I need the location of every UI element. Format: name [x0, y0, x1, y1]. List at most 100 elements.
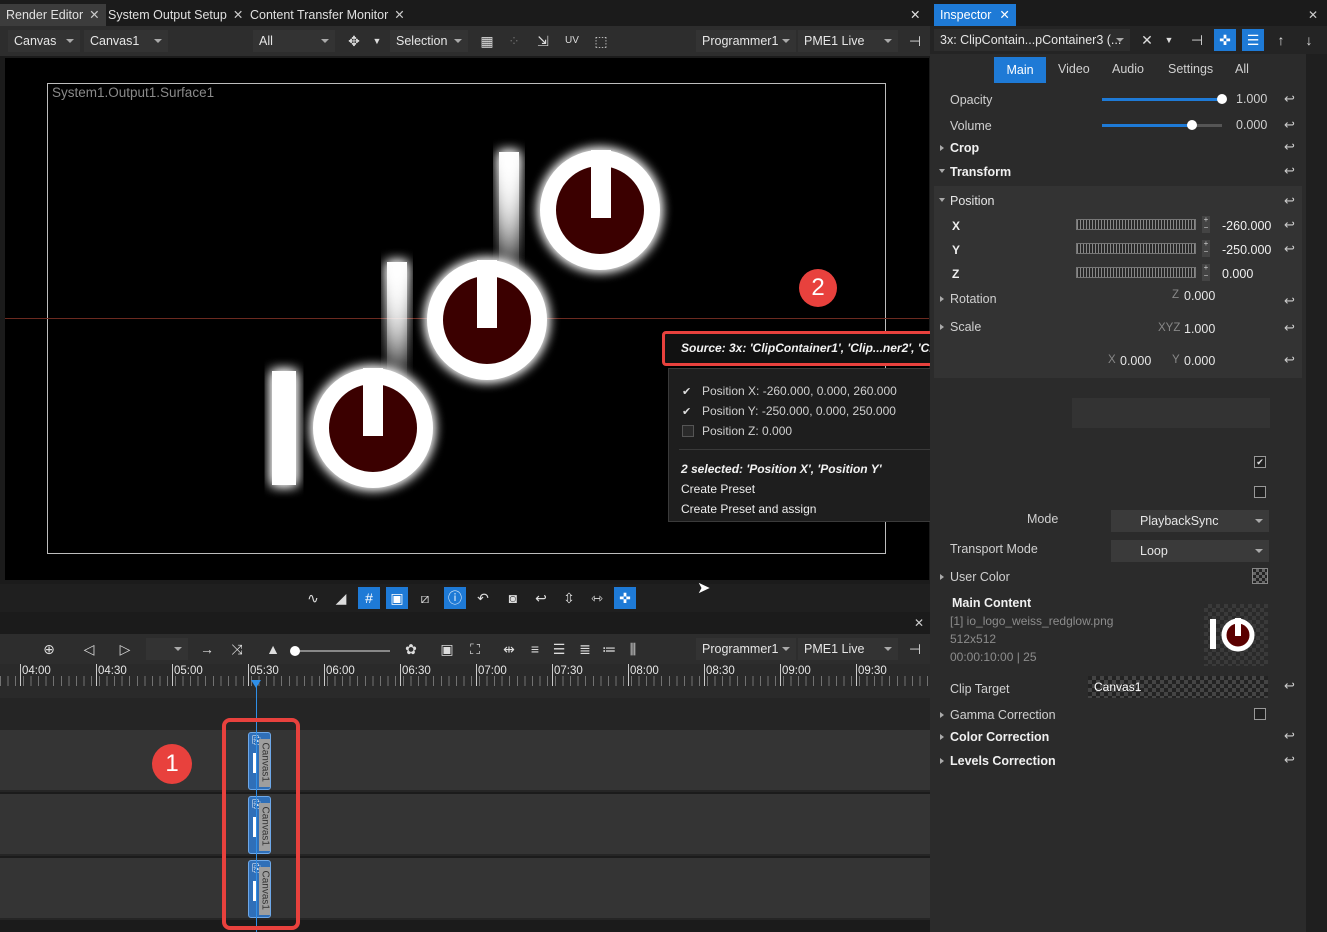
user-color-swatch[interactable] — [1252, 568, 1268, 584]
unlink-icon[interactable]: ✕ — [1136, 29, 1158, 51]
reset-icon[interactable]: ↩ — [1284, 163, 1295, 179]
zoom-slider-track[interactable] — [294, 650, 390, 652]
waveform-icon[interactable]: ∿ — [302, 587, 324, 609]
chevron-down-icon[interactable]: ▼ — [1158, 29, 1180, 51]
crop-frame-icon[interactable]: ⬚ — [590, 30, 612, 52]
selection-dropdown[interactable]: Selection — [390, 30, 468, 52]
pivot-y-value[interactable]: 0.000 — [1184, 354, 1215, 368]
expand-arrow-icon[interactable] — [940, 574, 944, 580]
section-transform[interactable]: Transform — [950, 165, 1011, 179]
expand-icon[interactable]: ⛶ — [464, 638, 486, 660]
position-z-jog[interactable] — [1076, 267, 1196, 278]
uv-icon[interactable]: UV — [561, 30, 583, 52]
snap-dropdown[interactable] — [146, 638, 188, 660]
reset-icon[interactable]: ↩ — [1284, 139, 1295, 155]
tab-render-editor[interactable]: Render Editor ✕ — [0, 4, 106, 26]
pin-icon[interactable]: ⊣ — [1186, 29, 1208, 51]
menu-item-position-x[interactable]: Position X: -260.000, 0.000, 260.000 — [702, 384, 897, 398]
volume-value[interactable]: 0.000 — [1236, 118, 1267, 132]
list-icon[interactable]: ☰ — [1242, 29, 1264, 51]
fit-height-icon[interactable]: ⇳ — [558, 587, 580, 609]
rotation-label[interactable]: Rotation — [950, 292, 997, 306]
reset-icon[interactable]: ↩ — [1284, 320, 1295, 336]
ramp-icon[interactable]: ◢ — [330, 587, 352, 609]
subtab-settings[interactable]: Settings — [1168, 62, 1213, 76]
menu-item-position-y[interactable]: Position Y: -250.000, 0.000, 250.000 — [702, 404, 896, 418]
stepper-icon[interactable]: + − — [1202, 216, 1210, 233]
reset-icon[interactable]: ↩ — [1284, 678, 1295, 694]
align-spread-icon[interactable]: ⇹ — [498, 638, 520, 660]
menu-item-create-preset-assign[interactable]: Create Preset and assign — [681, 502, 816, 516]
pin-icon[interactable]: ⊣ — [904, 30, 926, 52]
tab-inspector[interactable]: Inspector ✕ — [934, 4, 1016, 26]
undo-icon[interactable]: ↩ — [530, 587, 552, 609]
transport-mode-dropdown[interactable]: Loop — [1111, 540, 1269, 562]
add-marker-icon[interactable]: ⊕ — [38, 638, 60, 660]
timeline-track[interactable] — [0, 794, 930, 856]
mode-dropdown[interactable]: Canvas — [8, 30, 80, 52]
cue-icon[interactable]: → — [196, 638, 218, 660]
tab-system-output-setup[interactable]: System Output Setup ✕ — [102, 4, 249, 26]
stepper-icon[interactable]: + − — [1202, 264, 1210, 281]
checkbox-position-x[interactable]: ✔ — [682, 385, 694, 398]
go-start-icon[interactable]: ◁ — [78, 638, 100, 660]
reset-icon[interactable]: ↩ — [1284, 752, 1295, 768]
timeline-track[interactable] — [0, 858, 930, 920]
checkbox-position-z[interactable] — [682, 425, 694, 437]
checkbox[interactable]: ✔ — [1254, 456, 1266, 468]
target-icon[interactable]: ✜ — [1214, 29, 1236, 51]
stepper-icon[interactable]: + − — [1202, 240, 1210, 257]
reset-icon[interactable]: ↩ — [1284, 193, 1295, 209]
grid-icon[interactable]: ▦ — [476, 30, 498, 52]
target-icon[interactable]: ✜ — [614, 587, 636, 609]
menu-item-position-z[interactable]: Position Z: 0.000 — [702, 424, 792, 438]
expand-arrow-icon[interactable] — [940, 712, 944, 718]
tab-content-transfer-monitor[interactable]: Content Transfer Monitor ✕ — [244, 4, 411, 26]
reset-icon[interactable]: ↩ — [1284, 117, 1295, 133]
arrow-down-icon[interactable]: ↓ — [1298, 29, 1320, 51]
filter-dropdown[interactable]: All — [253, 30, 335, 52]
timeline-track[interactable] — [0, 730, 930, 792]
split-icon[interactable]: ⫼ — [622, 638, 644, 660]
collapse-arrow-icon[interactable] — [939, 198, 945, 202]
pivot-x-value[interactable]: 0.000 — [1120, 354, 1151, 368]
section-levels-correction[interactable]: Levels Correction — [950, 754, 1056, 768]
brush-icon[interactable]: ↶ — [472, 587, 494, 609]
position-z-value[interactable]: 0.000 — [1222, 267, 1253, 281]
scale-label[interactable]: Scale — [950, 320, 981, 334]
expand-arrow-icon[interactable] — [940, 324, 944, 330]
close-icon[interactable]: ✕ — [999, 8, 1009, 22]
selection-dropdown[interactable]: 3x: ClipContain...pContainer3 (... — [934, 29, 1130, 51]
position-x-value[interactable]: -260.000 — [1222, 219, 1271, 233]
snapshot-icon[interactable]: ◙ — [502, 587, 524, 609]
section-color-correction[interactable]: Color Correction — [950, 730, 1049, 744]
expand-arrow-icon[interactable] — [940, 145, 944, 151]
gamma-checkbox[interactable] — [1254, 708, 1266, 720]
position-x-jog[interactable] — [1076, 219, 1196, 230]
opacity-slider-knob[interactable] — [1217, 94, 1227, 104]
collapse-arrow-icon[interactable] — [939, 169, 945, 173]
frame-icon[interactable]: ▣ — [436, 638, 458, 660]
close-icon[interactable]: ✕ — [89, 8, 99, 22]
reset-icon[interactable]: ↩ — [1284, 728, 1295, 744]
subtab-video[interactable]: Video — [1058, 62, 1090, 76]
timeline-ruler[interactable]: 04:00 04:30 05:00 05:30 06:00 06:30 07:0… — [0, 664, 930, 698]
inspector-scrollbar[interactable] — [1306, 54, 1327, 932]
align-left-icon[interactable]: ≣ — [574, 638, 596, 660]
menu-item-create-preset[interactable]: Create Preset — [681, 482, 755, 496]
timeline-programmer-dropdown[interactable]: Programmer1 — [696, 638, 796, 660]
reset-icon[interactable]: ↩ — [1284, 293, 1295, 309]
info-icon[interactable]: ⓘ — [444, 587, 466, 609]
zoom-slider-knob[interactable] — [290, 646, 300, 656]
fit-width-icon[interactable]: ⇿ — [586, 587, 608, 609]
close-icon[interactable]: ✕ — [1308, 8, 1318, 22]
programmer-dropdown[interactable]: Programmer1 — [696, 30, 796, 52]
content-thumbnail[interactable] — [1204, 604, 1268, 666]
hidden-field[interactable] — [1072, 398, 1270, 428]
snap-icon[interactable]: ⁘ — [503, 30, 525, 52]
flower-icon[interactable]: ✿ — [400, 638, 422, 660]
move-icon[interactable]: ✥ — [343, 30, 365, 52]
mask-icon[interactable]: ⧄ — [414, 587, 436, 609]
playback-mode-dropdown[interactable]: PlaybackSync — [1111, 510, 1269, 532]
volume-slider-knob[interactable] — [1187, 120, 1197, 130]
